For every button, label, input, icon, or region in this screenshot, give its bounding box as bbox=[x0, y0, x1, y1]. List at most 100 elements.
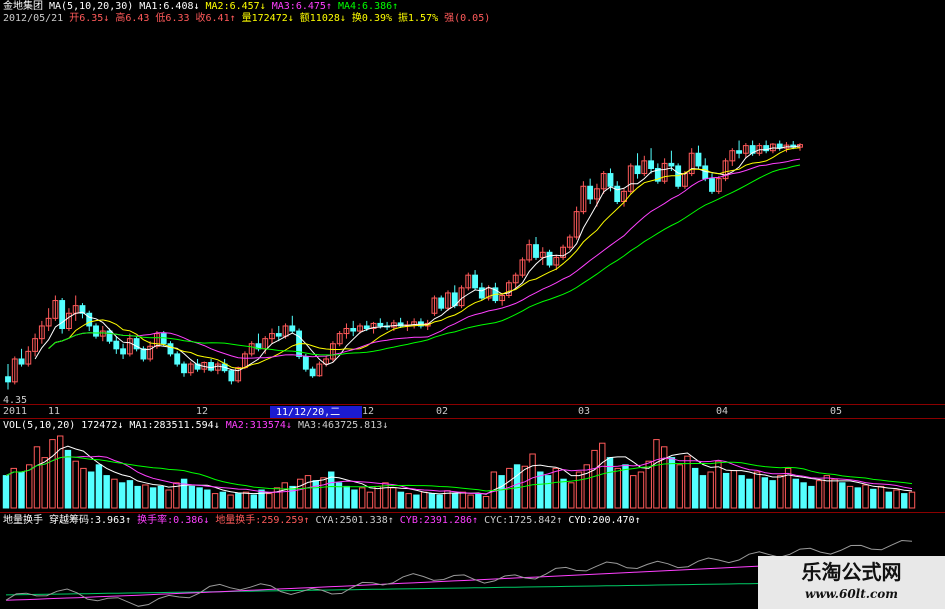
ma30-line bbox=[48, 164, 801, 356]
volume-bar bbox=[80, 467, 87, 509]
watermark-title: 乐淘公式网 bbox=[801, 560, 902, 584]
volume-bar bbox=[196, 487, 203, 509]
candle bbox=[702, 165, 709, 180]
volume-bar bbox=[72, 460, 79, 509]
close-value: 收6.41↑ bbox=[195, 13, 236, 24]
volume-bar bbox=[475, 493, 482, 509]
open-value: 开6.35↓ bbox=[69, 13, 110, 24]
volume-bar bbox=[637, 471, 645, 509]
candle bbox=[167, 343, 174, 355]
volume-bar bbox=[118, 482, 126, 509]
amount-value: 额11028↓ bbox=[299, 13, 346, 24]
candle bbox=[113, 340, 120, 350]
volume-bar bbox=[746, 478, 753, 509]
watermark: 乐淘公式网 www.60lt.com bbox=[758, 556, 945, 609]
volume-bar bbox=[831, 478, 838, 509]
vol-ma5-line bbox=[5, 445, 913, 495]
candle bbox=[86, 312, 93, 327]
volume-bar bbox=[862, 484, 869, 509]
date-axis: 2011 11 12 12 02 03 04 05 11/12/20,二 bbox=[3, 406, 842, 418]
volume-bar bbox=[513, 464, 521, 509]
volume-bar bbox=[622, 464, 629, 509]
volume-bar bbox=[753, 471, 761, 509]
ind-dlhs: 地量换手:259.259↑ bbox=[215, 515, 310, 526]
volume-bar bbox=[792, 478, 800, 509]
date-axis-label: 2011 bbox=[3, 406, 27, 417]
volume-bar bbox=[33, 446, 41, 509]
volume-bar bbox=[885, 491, 892, 509]
volume-bar bbox=[405, 493, 412, 509]
volume-bar bbox=[235, 493, 242, 509]
volume-bar bbox=[544, 475, 552, 509]
pane-divider bbox=[0, 404, 945, 405]
high-value: 高6.43 bbox=[115, 13, 150, 24]
volume-bar bbox=[599, 442, 606, 509]
volume-bar bbox=[568, 482, 575, 509]
volume-bar bbox=[18, 471, 25, 509]
volume-bar bbox=[552, 467, 560, 509]
volume-bar bbox=[428, 493, 436, 509]
volume-bar bbox=[459, 491, 467, 509]
date-axis-label: 03 bbox=[578, 406, 590, 417]
volume-bar bbox=[242, 491, 250, 509]
ma1-value: MA1:6.408↓ bbox=[139, 1, 200, 12]
date-cursor-label: 11/12/20,二 bbox=[276, 407, 340, 418]
volume-bar bbox=[126, 480, 134, 509]
stock-name: 金地集团 bbox=[3, 1, 43, 12]
volume-bar bbox=[149, 487, 157, 509]
volume-bar bbox=[436, 494, 443, 509]
volume-bar bbox=[87, 471, 95, 509]
candle bbox=[302, 355, 309, 370]
volume-bar bbox=[908, 491, 916, 509]
volume-bar bbox=[312, 480, 319, 509]
volume-bar bbox=[320, 477, 327, 509]
candle bbox=[228, 370, 235, 382]
volume-bar bbox=[250, 494, 258, 509]
volume-bar bbox=[157, 485, 165, 509]
volume-bar bbox=[420, 491, 428, 509]
volume-header: VOL(5,10,20) 172472↓ MA1:283511.594↓ MA2:31… bbox=[3, 420, 394, 432]
volume-bar bbox=[854, 487, 862, 509]
amplitude-value: 振1.57% bbox=[398, 13, 439, 24]
volume-bar bbox=[397, 491, 405, 509]
candle bbox=[120, 348, 127, 355]
candle bbox=[634, 165, 641, 175]
vol-ma3: MA3:463725.813↓ bbox=[297, 420, 389, 431]
candle bbox=[140, 348, 147, 360]
volume-bar bbox=[738, 475, 745, 509]
volume-bar bbox=[297, 478, 304, 509]
indicator-header: 地量换手 穿越筹码:3.963↑ 换手率:0.386↓ 地量换手:259.259↑ CY… bbox=[3, 515, 647, 527]
volume-bar bbox=[761, 477, 769, 509]
volume-bar bbox=[2, 475, 10, 509]
date-axis-label: 12 bbox=[196, 406, 208, 417]
candle bbox=[607, 173, 614, 187]
date-value: 2012/05/21 bbox=[3, 13, 64, 24]
volume-bar bbox=[134, 485, 141, 509]
candle bbox=[668, 162, 675, 167]
volume-bar bbox=[451, 493, 459, 509]
candle bbox=[546, 251, 553, 266]
candle bbox=[160, 333, 167, 345]
volume-bar bbox=[699, 475, 707, 509]
header-line-2: 2012/05/21 开6.35↓ 高6.43 低6.33 收6.41↑ 量172472↓… bbox=[3, 13, 496, 25]
candle bbox=[106, 330, 113, 342]
volume-bar bbox=[815, 480, 823, 509]
candle bbox=[438, 297, 445, 309]
strength-value: 强(0.05) bbox=[444, 13, 491, 24]
volume-bar bbox=[691, 467, 699, 509]
date-axis-label: 02 bbox=[436, 406, 448, 417]
volume-bar bbox=[211, 493, 219, 509]
ind-cyc: CYC:1725.842↑ bbox=[484, 515, 563, 526]
candle bbox=[709, 178, 715, 192]
date-axis-label: 04 bbox=[716, 406, 728, 417]
candle bbox=[377, 322, 384, 327]
candle bbox=[533, 244, 539, 258]
volume-bar bbox=[707, 471, 714, 509]
volume-bar bbox=[358, 487, 366, 509]
volume-bar bbox=[591, 449, 598, 509]
volume-bar bbox=[219, 491, 227, 509]
volume-bar bbox=[606, 457, 614, 509]
volume-bar bbox=[382, 482, 389, 509]
ma-params: MA(5,10,20,30) bbox=[49, 1, 134, 12]
ma4-value: MA4:6.386↑ bbox=[337, 1, 399, 12]
